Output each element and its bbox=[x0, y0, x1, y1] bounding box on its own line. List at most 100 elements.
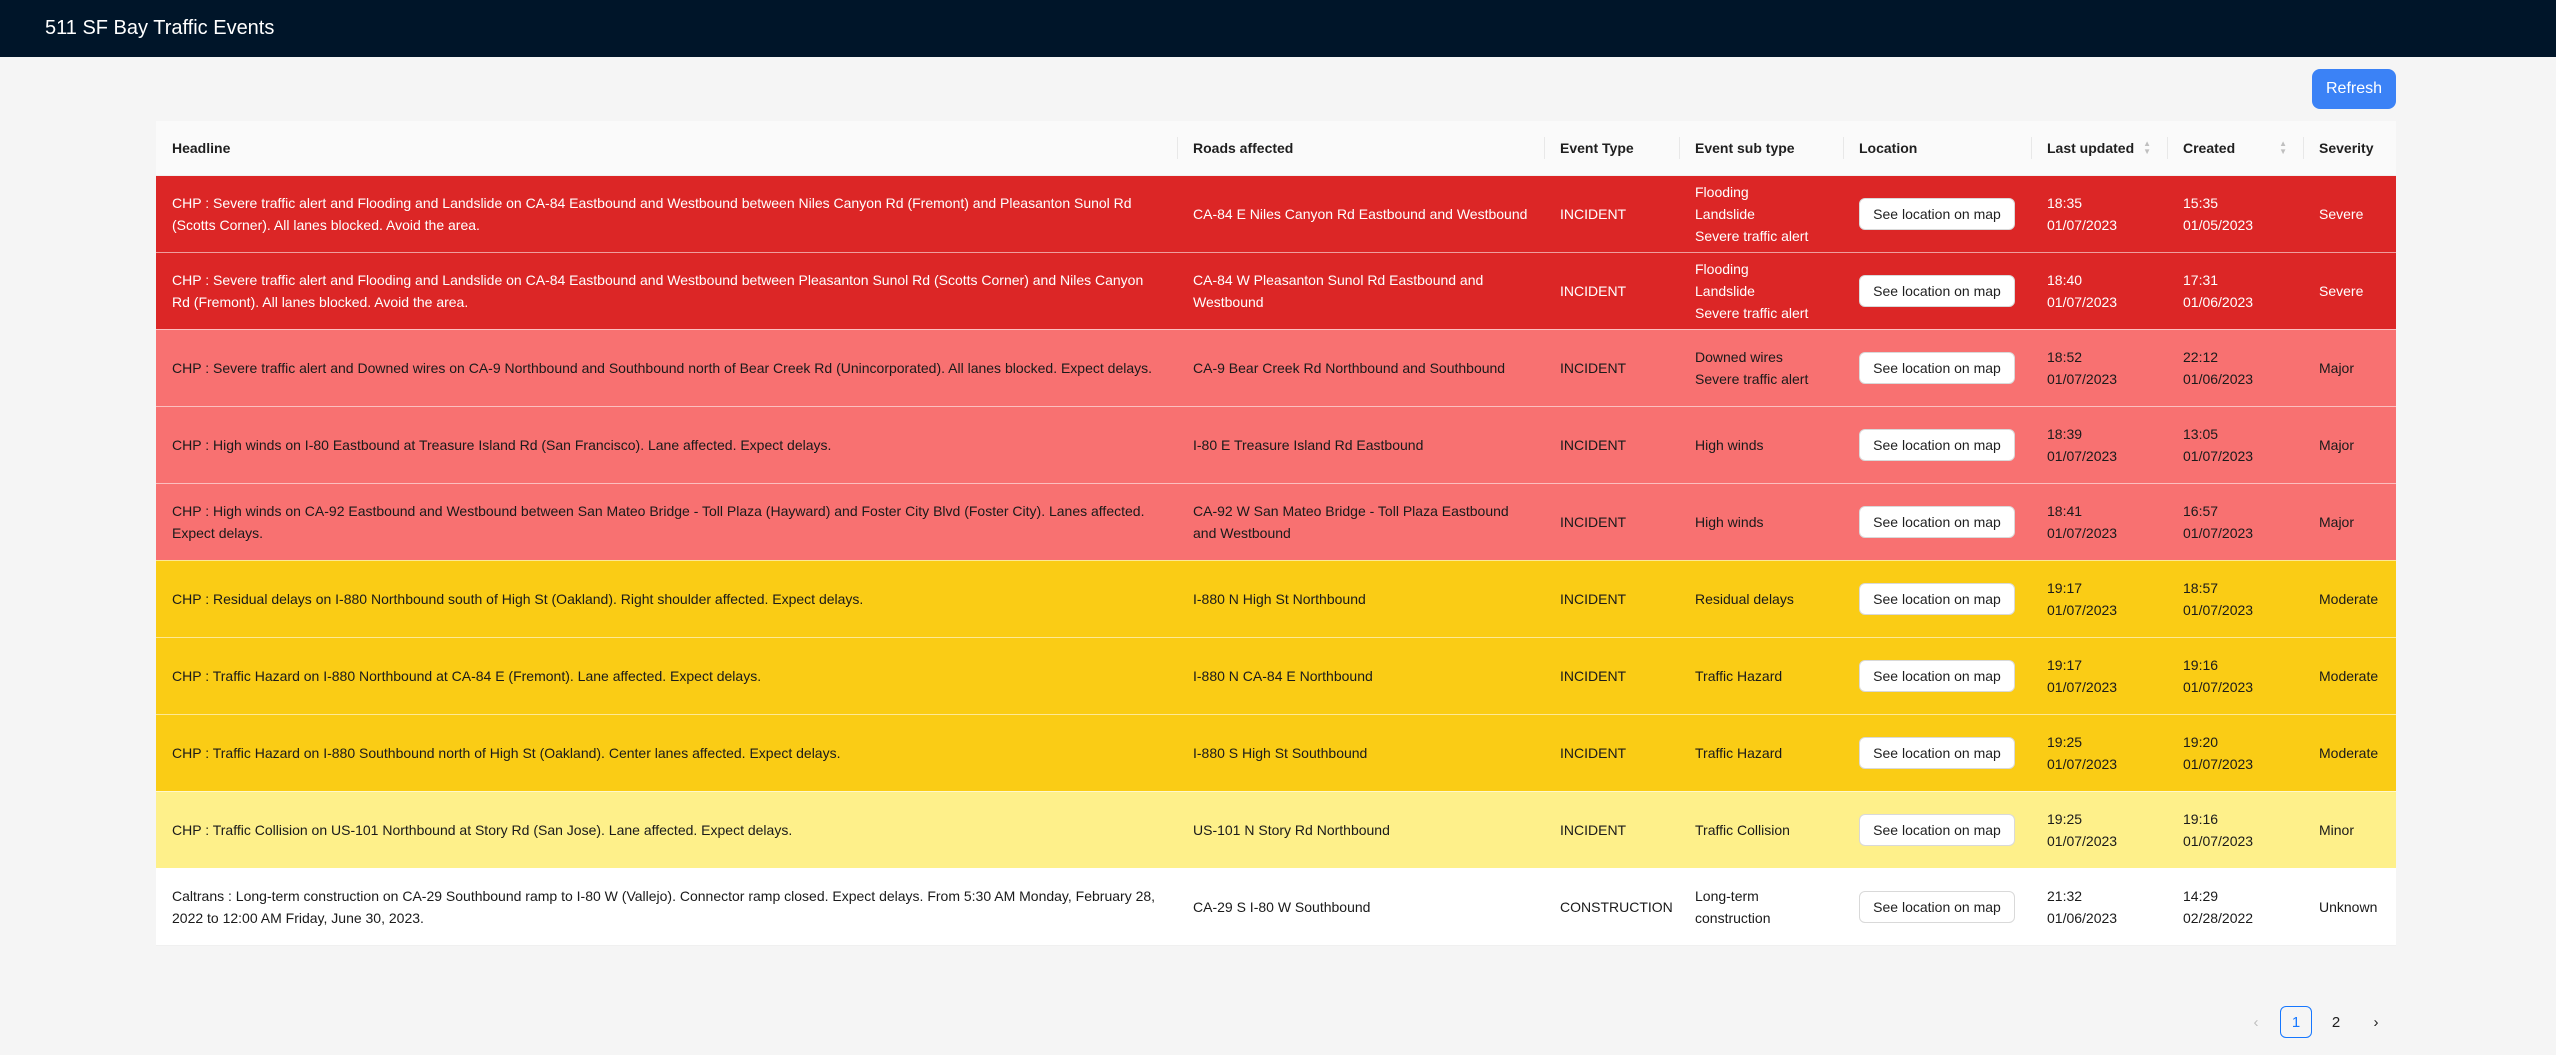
see-location-on-map-button[interactable]: See location on map bbox=[1859, 351, 2015, 384]
roads-affected-text: US-101 N Story Rd Northbound bbox=[1193, 821, 1390, 838]
table-row: CHP : Traffic Hazard on I-880 Northbound… bbox=[156, 637, 2396, 715]
last-updated-time: 19:17 bbox=[2047, 656, 2083, 673]
created-cell: 19:16 01/07/2023 bbox=[2167, 791, 2303, 869]
see-location-on-map-button[interactable]: See location on map bbox=[1859, 659, 2015, 692]
created-date: 01/06/2023 bbox=[2183, 293, 2254, 310]
event-subtype-item: Landslide bbox=[1695, 205, 1755, 222]
severity-text: Major bbox=[2319, 513, 2355, 530]
last-updated-date: 01/07/2023 bbox=[2047, 601, 2118, 618]
refresh-button[interactable]: Refresh bbox=[2312, 69, 2396, 109]
table-row: CHP : Traffic Hazard on I-880 Southbound… bbox=[156, 714, 2396, 792]
roads-affected-cell: CA-92 W San Mateo Bridge - Toll Plaza Ea… bbox=[1177, 483, 1544, 561]
see-location-on-map-button[interactable]: See location on map bbox=[1859, 736, 2015, 769]
event-sub-type-cell: Flooding Landslide Severe traffic alert bbox=[1679, 252, 1843, 330]
location-cell: See location on map bbox=[1843, 483, 2031, 561]
event-sub-type-cell: Residual delays bbox=[1679, 560, 1843, 638]
see-location-on-map-button[interactable]: See location on map bbox=[1859, 505, 2015, 538]
chevron-left-icon[interactable]: ‹ bbox=[2240, 1006, 2272, 1038]
page-button-2[interactable]: 2 bbox=[2320, 1006, 2352, 1038]
event-sub-type-cell: High winds bbox=[1679, 483, 1843, 561]
location-cell: See location on map bbox=[1843, 714, 2031, 792]
event-type-text: INCIDENT bbox=[1560, 744, 1627, 761]
location-cell: See location on map bbox=[1843, 560, 2031, 638]
last-updated-datetime: 19:25 01/07/2023 bbox=[2047, 808, 2151, 852]
column-header-last-updated[interactable]: Last updated ▲ ▼ bbox=[2031, 121, 2167, 176]
event-type-cell: INCIDENT bbox=[1544, 252, 1679, 330]
last-updated-cell: 18:35 01/07/2023 bbox=[2031, 175, 2167, 253]
created-time: 17:31 bbox=[2183, 271, 2219, 288]
created-cell: 19:16 01/07/2023 bbox=[2167, 637, 2303, 715]
roads-affected-text: I-880 N CA-84 E Northbound bbox=[1193, 667, 1373, 684]
see-location-on-map-button[interactable]: See location on map bbox=[1859, 890, 2015, 923]
last-updated-date: 01/06/2023 bbox=[2047, 909, 2118, 926]
event-subtype-list: Downed wires Severe traffic alert bbox=[1695, 346, 1827, 390]
last-updated-datetime: 19:17 01/07/2023 bbox=[2047, 577, 2151, 621]
see-location-on-map-button[interactable]: See location on map bbox=[1859, 582, 2015, 615]
event-subtype-item: Landslide bbox=[1695, 282, 1755, 299]
created-time: 18:57 bbox=[2183, 579, 2219, 596]
event-type-cell: INCIDENT bbox=[1544, 637, 1679, 715]
event-subtype-item: Flooding bbox=[1695, 183, 1749, 200]
last-updated-time: 19:25 bbox=[2047, 810, 2083, 827]
roads-affected-text: CA-84 E Niles Canyon Rd Eastbound and We… bbox=[1193, 205, 1528, 222]
see-location-on-map-button[interactable]: See location on map bbox=[1859, 428, 2015, 461]
page-button-1[interactable]: 1 bbox=[2280, 1006, 2312, 1038]
created-date: 01/07/2023 bbox=[2183, 755, 2254, 772]
created-cell: 22:12 01/06/2023 bbox=[2167, 329, 2303, 407]
event-type-cell: INCIDENT bbox=[1544, 406, 1679, 484]
roads-affected-cell: CA-9 Bear Creek Rd Northbound and Southb… bbox=[1177, 329, 1544, 407]
last-updated-cell: 19:25 01/07/2023 bbox=[2031, 714, 2167, 792]
severity-text: Moderate bbox=[2319, 667, 2379, 684]
sort-icon[interactable]: ▲ ▼ bbox=[2279, 139, 2287, 156]
roads-affected-text: I-880 S High St Southbound bbox=[1193, 744, 1368, 761]
event-subtype-item: Severe traffic alert bbox=[1695, 227, 1809, 244]
event-subtype-list: High winds bbox=[1695, 511, 1827, 533]
last-updated-date: 01/07/2023 bbox=[2047, 832, 2118, 849]
created-datetime: 19:16 01/07/2023 bbox=[2183, 654, 2287, 698]
severity-cell: Unknown bbox=[2303, 868, 2396, 946]
headline-text: CHP : Severe traffic alert and Flooding … bbox=[172, 271, 1144, 310]
severity-cell: Moderate bbox=[2303, 637, 2396, 715]
event-sub-type-cell: Traffic Hazard bbox=[1679, 714, 1843, 792]
roads-affected-cell: US-101 N Story Rd Northbound bbox=[1177, 791, 1544, 869]
created-datetime: 16:57 01/07/2023 bbox=[2183, 500, 2287, 544]
see-location-on-map-button[interactable]: See location on map bbox=[1859, 813, 2015, 846]
event-subtype-item: Traffic Hazard bbox=[1695, 744, 1783, 761]
headline-text: CHP : High winds on CA-92 Eastbound and … bbox=[172, 502, 1145, 541]
headline-text: CHP : Residual delays on I-880 Northboun… bbox=[172, 590, 864, 607]
sort-icon[interactable]: ▲ ▼ bbox=[2143, 139, 2151, 156]
created-time: 16:57 bbox=[2183, 502, 2219, 519]
see-location-on-map-button[interactable]: See location on map bbox=[1859, 197, 2015, 230]
event-type-text: INCIDENT bbox=[1560, 205, 1627, 222]
chevron-right-icon[interactable]: › bbox=[2360, 1006, 2392, 1038]
location-cell: See location on map bbox=[1843, 252, 2031, 330]
created-datetime: 18:57 01/07/2023 bbox=[2183, 577, 2287, 621]
severity-text: Severe bbox=[2319, 282, 2364, 299]
see-location-on-map-button[interactable]: See location on map bbox=[1859, 274, 2015, 307]
last-updated-time: 18:41 bbox=[2047, 502, 2083, 519]
created-datetime: 13:05 01/07/2023 bbox=[2183, 423, 2287, 467]
roads-affected-text: I-880 N High St Northbound bbox=[1193, 590, 1366, 607]
table-row: CHP : Severe traffic alert and Downed wi… bbox=[156, 329, 2396, 407]
event-type-text: INCIDENT bbox=[1560, 359, 1627, 376]
created-datetime: 19:16 01/07/2023 bbox=[2183, 808, 2287, 852]
created-time: 13:05 bbox=[2183, 425, 2219, 442]
roads-affected-text: CA-9 Bear Creek Rd Northbound and Southb… bbox=[1193, 359, 1506, 376]
created-cell: 16:57 01/07/2023 bbox=[2167, 483, 2303, 561]
roads-affected-cell: I-880 S High St Southbound bbox=[1177, 714, 1544, 792]
event-type-text: INCIDENT bbox=[1560, 282, 1627, 299]
table-row: CHP : High winds on CA-92 Eastbound and … bbox=[156, 483, 2396, 561]
severity-cell: Moderate bbox=[2303, 714, 2396, 792]
created-cell: 15:35 01/05/2023 bbox=[2167, 175, 2303, 253]
column-header-created[interactable]: Created ▲ ▼ bbox=[2167, 121, 2303, 176]
roads-affected-text: CA-84 W Pleasanton Sunol Rd Eastbound an… bbox=[1193, 271, 1484, 310]
column-header-event-type: Event Type bbox=[1544, 121, 1679, 176]
last-updated-cell: 18:40 01/07/2023 bbox=[2031, 252, 2167, 330]
last-updated-date: 01/07/2023 bbox=[2047, 370, 2118, 387]
last-updated-date: 01/07/2023 bbox=[2047, 678, 2118, 695]
location-cell: See location on map bbox=[1843, 637, 2031, 715]
event-sub-type-cell: Traffic Collision bbox=[1679, 791, 1843, 869]
event-type-cell: INCIDENT bbox=[1544, 791, 1679, 869]
event-subtype-list: High winds bbox=[1695, 434, 1827, 456]
created-time: 19:20 bbox=[2183, 733, 2219, 750]
